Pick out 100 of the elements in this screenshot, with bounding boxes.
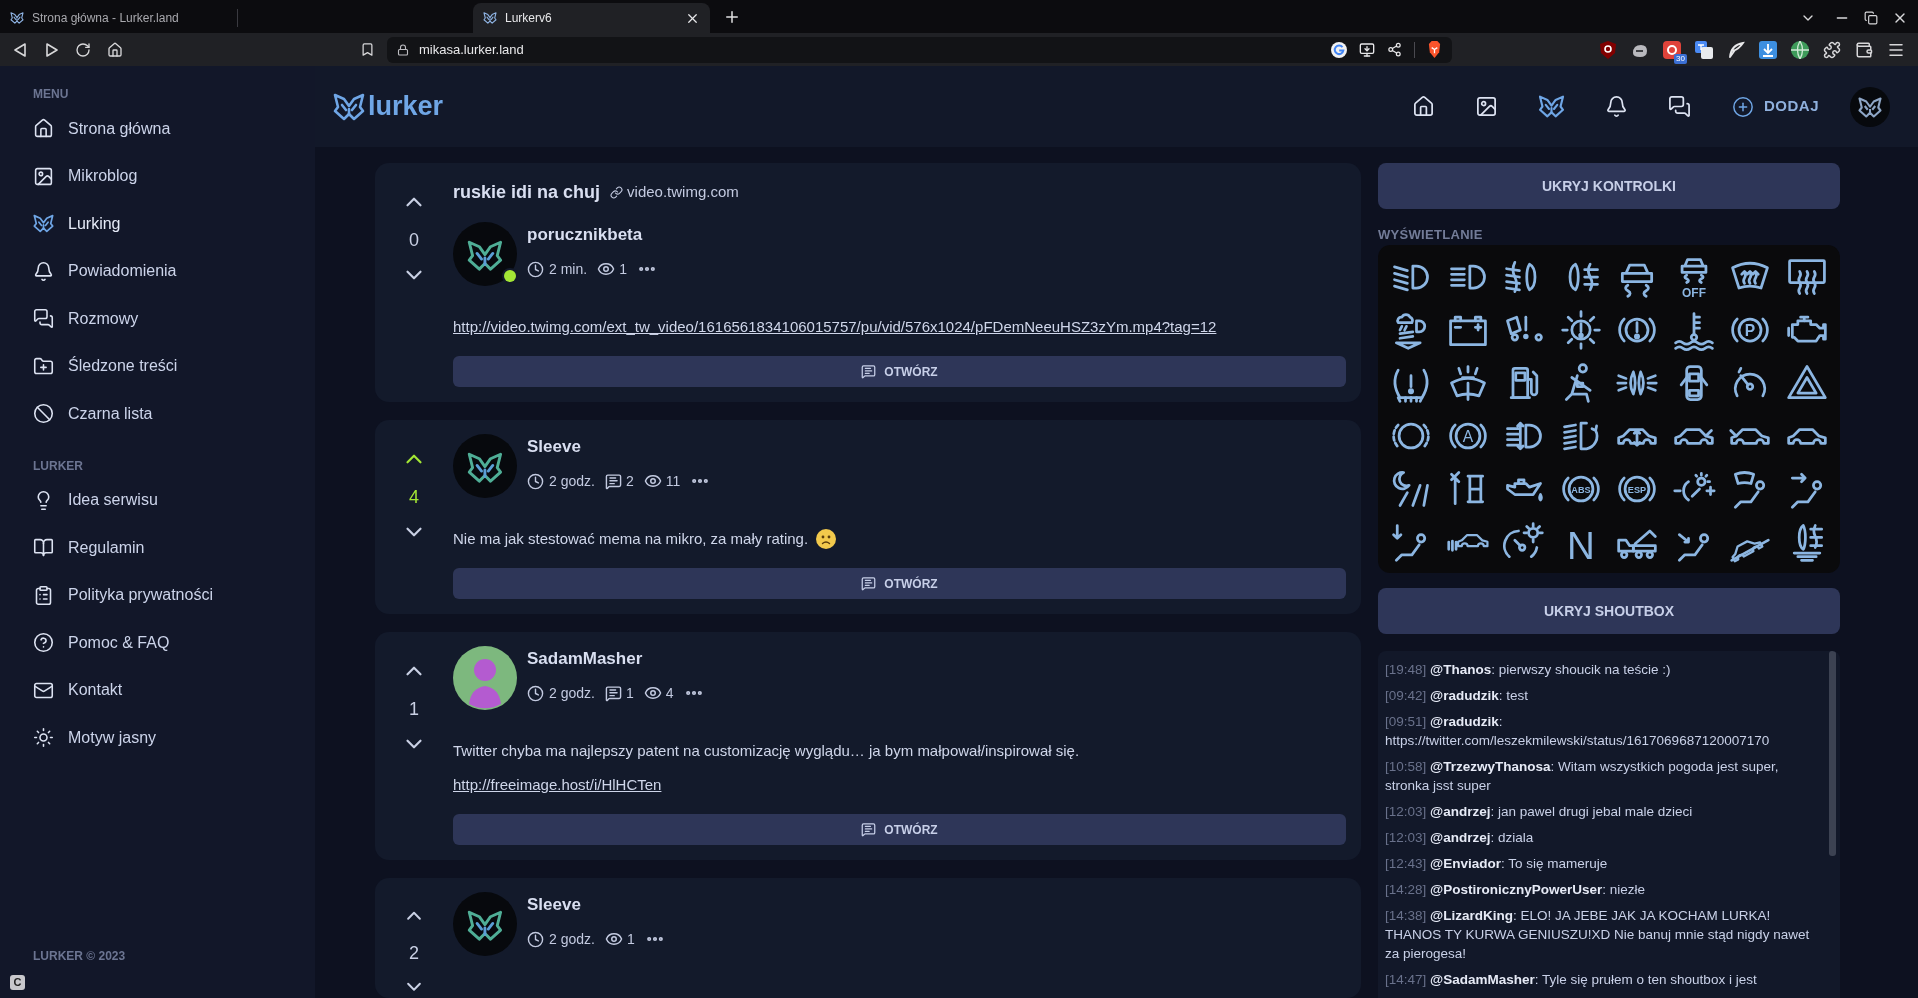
comment-icon — [604, 472, 622, 490]
share-icon[interactable] — [1387, 42, 1402, 57]
eye-icon — [643, 472, 662, 490]
home-icon[interactable] — [1412, 95, 1435, 118]
sidebar-item[interactable]: Czarna lista — [33, 390, 282, 438]
sidebar-item[interactable]: Lurking — [33, 200, 282, 248]
sidebar-item[interactable]: Polityka prywatności — [33, 571, 282, 619]
sidebar-item[interactable]: Mikroblog — [33, 152, 282, 200]
restore-icon[interactable] — [1864, 11, 1878, 25]
post-time: 2 godz. — [549, 929, 595, 949]
feather-icon[interactable] — [1727, 40, 1745, 59]
translate-icon[interactable] — [1695, 40, 1713, 59]
new-tab-icon[interactable] — [723, 8, 741, 26]
open-book-icon — [33, 537, 54, 559]
comment-count: 2 — [625, 471, 634, 491]
bell-icon — [33, 260, 54, 282]
home-icon[interactable] — [107, 41, 123, 58]
sidebar-item[interactable]: Rozmowy — [33, 295, 282, 343]
user-avatar-icon[interactable] — [453, 222, 517, 286]
scrollbar-thumb[interactable] — [1829, 651, 1836, 856]
vote-score: 0 — [409, 229, 419, 252]
add-button[interactable]: DODAJ — [1732, 95, 1819, 118]
open-button[interactable]: OTWÓRZ — [453, 356, 1346, 387]
reload-icon[interactable] — [75, 41, 91, 58]
eye-icon — [597, 260, 616, 278]
extension-badge[interactable]: C — [10, 975, 25, 990]
bookmark-icon[interactable] — [360, 42, 375, 57]
browser-tab[interactable]: Lurkerv6 — [473, 3, 710, 33]
clipboard-icon — [33, 584, 54, 606]
author-name[interactable]: porucznikbeta — [527, 223, 657, 247]
author-name[interactable]: SadamMasher — [527, 647, 704, 671]
browser-tab[interactable]: Strona główna - Lurker.land — [0, 3, 237, 33]
source-link[interactable]: video.twimg.com — [610, 180, 739, 204]
sidebar-item[interactable]: Powiadomienia — [33, 247, 282, 295]
post-title[interactable]: ruskie idi na chuj — [453, 178, 601, 206]
user-avatar-icon[interactable] — [453, 892, 517, 956]
download-icon[interactable] — [1759, 40, 1777, 59]
open-button[interactable]: OTWÓRZ — [453, 568, 1346, 599]
shoutbox-message: [09:42] @radudzik: test — [1385, 687, 1529, 705]
shoutbox-message: [14:38] @LizardKing: ELO! JA JEBE JAK JA KOCHAM LURKA! THANOS TY KURWA GENIUSZU!XD Nie banuj mnie stąd nigdy nawet za pierogesa! — [1385, 907, 1811, 963]
view-count: 11 — [665, 471, 681, 491]
user-avatar-icon[interactable] — [1850, 86, 1890, 127]
sidebar-item[interactable]: Pomoc & FAQ — [33, 619, 282, 667]
sidebar-item[interactable]: Strona główna — [33, 105, 282, 153]
shoutbox-message: [14:47] @SadamMasher: Tyle się prułem o ten shoutbox i jest — [1385, 971, 1758, 989]
section-heading: WYŚWIETLANIE — [1378, 227, 1484, 243]
shield-icon[interactable] — [1599, 40, 1617, 59]
wallet-icon[interactable] — [1855, 40, 1873, 59]
lock-icon — [397, 43, 409, 56]
favicon-icon — [483, 12, 497, 24]
back-icon[interactable] — [12, 41, 28, 58]
home-icon — [33, 118, 54, 140]
comment-icon — [861, 576, 877, 591]
hide-controls-button[interactable]: UKRYJ KONTROLKI — [1378, 163, 1840, 209]
hide-shoutbox-button[interactable]: UKRYJ SHOUTBOX — [1378, 588, 1840, 634]
post-time: 2 godz. — [549, 471, 595, 491]
author-name[interactable]: Sleeve — [527, 893, 665, 917]
open-button[interactable]: OTWÓRZ — [453, 814, 1346, 845]
install-icon[interactable] — [1359, 41, 1375, 58]
favicon-icon — [10, 12, 24, 24]
forward-icon[interactable] — [44, 41, 60, 58]
sidebar-item[interactable]: Motyw jasny — [33, 714, 282, 762]
eye-icon — [643, 684, 662, 702]
logo-link[interactable]: lurker — [333, 86, 444, 127]
sidebar-item[interactable]: Regulamin — [33, 524, 282, 572]
post-link[interactable]: http://video.twimg.com/ext_tw_video/1616561834106015757/pu/vid/576x1024/pFDemNeeuHSZ3zYm.mp4?tag=12 — [453, 316, 1217, 338]
lamp-warning-icon[interactable] — [1558, 307, 1603, 352]
shoutbox-message: [19:48] @Thanos: pierwszy shoucik na teście :) — [1385, 661, 1672, 679]
post-link[interactable]: http://freeimage.host/i/HlHCTen — [453, 774, 662, 796]
image-icon[interactable] — [1475, 95, 1498, 118]
globe-icon[interactable] — [1791, 40, 1809, 59]
copyright-text: LURKER © 2023 — [33, 948, 127, 964]
sidebar-item[interactable]: Śledzone treści — [33, 342, 282, 390]
comment-icon — [861, 822, 877, 837]
g-logo-icon[interactable] — [1331, 41, 1347, 58]
user-avatar-icon[interactable] — [453, 434, 517, 498]
letter-n-icon[interactable]: N — [1558, 519, 1603, 564]
shoutbox-message: [14:28] @PostironicznyPowerUser: niezłe — [1385, 881, 1647, 899]
post-time: 2 min. — [549, 259, 588, 279]
view-count: 4 — [665, 683, 674, 703]
shield-icon[interactable] — [1427, 41, 1442, 58]
bell-icon[interactable] — [1605, 95, 1628, 118]
post-time: 2 godz. — [549, 683, 595, 703]
post-text: Twitter chyba ma najlepszy patent na customizację wyglądu… ja bym małpował/inspirował się. — [453, 741, 1080, 761]
sidebar-item[interactable]: Kontakt — [33, 666, 282, 714]
vote-score: 1 — [409, 698, 419, 721]
logo-icon[interactable] — [1538, 95, 1565, 118]
clock-icon — [527, 930, 544, 948]
clock-icon — [527, 684, 544, 702]
vote-score: 2 — [409, 941, 419, 965]
shoutbox-message: [12:03] @andrzej: jan pawel drugi jebal male dzieci — [1385, 803, 1694, 821]
image-icon — [33, 165, 54, 187]
plus-circle-icon — [1732, 95, 1754, 118]
extensions-icon[interactable] — [1823, 40, 1841, 59]
chat-bubbles-icon[interactable] — [1668, 95, 1691, 118]
sidebar-item[interactable]: Idea serwisu — [33, 476, 282, 524]
address-field[interactable]: mikasa.lurker.land — [387, 36, 1452, 63]
author-name[interactable]: Sleeve — [527, 435, 711, 459]
user-avatar-icon[interactable] — [453, 646, 517, 710]
comment-count: 1 — [625, 683, 634, 703]
